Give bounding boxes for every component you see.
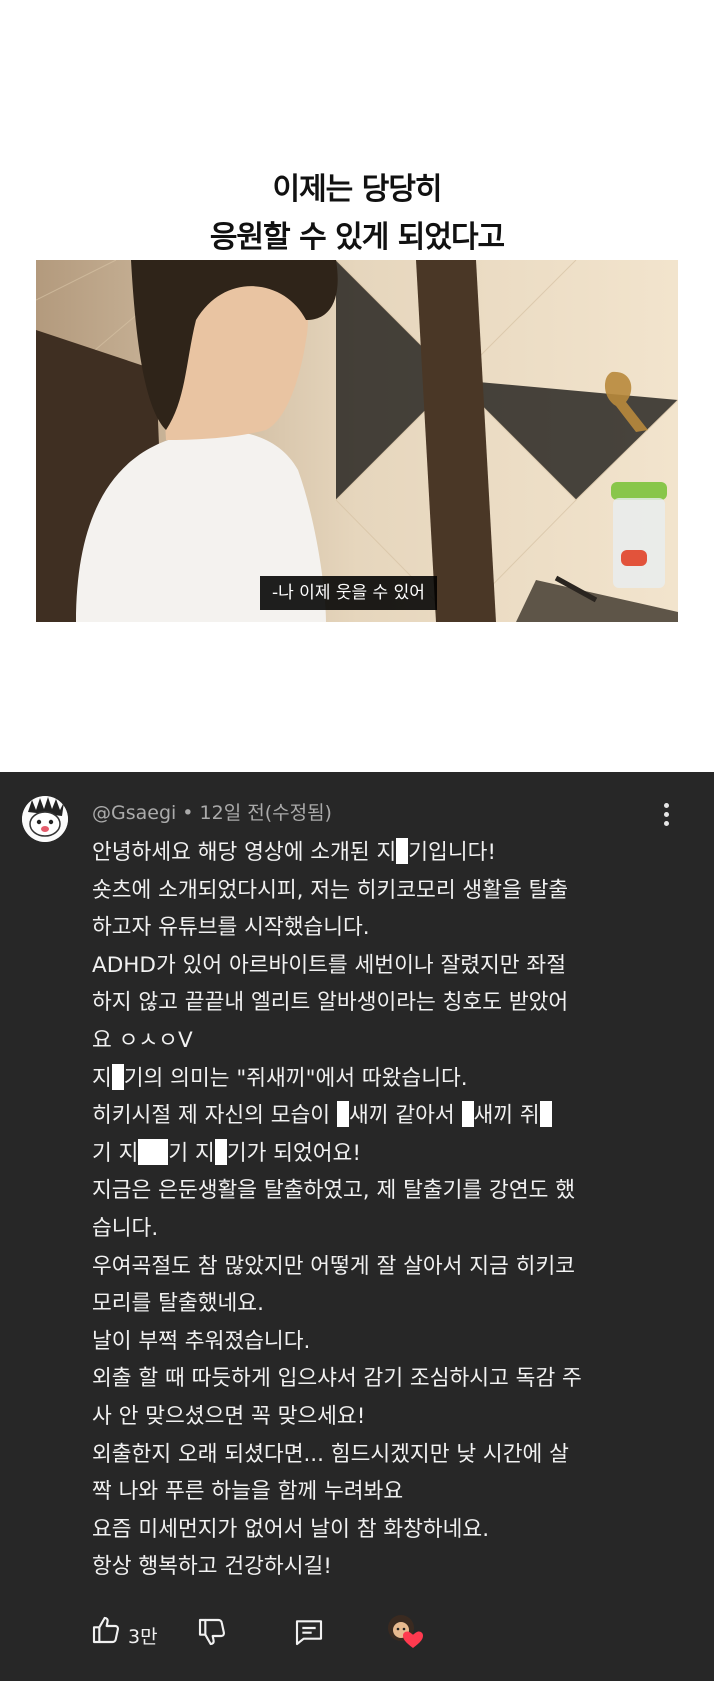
comment-line: 요 ㅇㅅㅇV xyxy=(92,1027,193,1053)
comment-time[interactable]: 12일 전(수정됨) xyxy=(200,802,332,824)
video-still-image xyxy=(36,260,678,622)
more-vertical-icon[interactable] xyxy=(656,800,676,830)
thumbs-up-icon[interactable] xyxy=(90,1614,122,1650)
comment-line: 하지 않고 끝끝내 엘리트 알바생이라는 칭호도 받았어 xyxy=(92,990,569,1016)
comment-text-segment: 기입니다! xyxy=(408,840,497,865)
redaction-box xyxy=(539,1101,552,1128)
comment-line: 외출한지 오래 되셨다면... 힘드시겠지만 낮 시간에 살 xyxy=(92,1441,569,1467)
comment-text-segment: 새끼 같아서 xyxy=(348,1103,455,1129)
comment-line: 항상 행복하고 건강하시길! xyxy=(92,1554,332,1580)
video-caption-line1: 이제는 당당히 xyxy=(272,172,442,207)
redaction-box xyxy=(336,1101,349,1128)
comment-text-segment: 새끼 쥐 xyxy=(473,1103,540,1129)
video-caption-line2: 응원할 수 있게 되었다고 xyxy=(209,220,505,255)
comment-line: 날이 부쩍 추워졌습니다. xyxy=(92,1328,311,1354)
comment-line: 지금은 은둔생활을 탈출하였고, 제 탈출기를 강연도 했 xyxy=(92,1178,576,1204)
comment-line: 짝 나와 푸른 하늘을 함께 누려봐요 xyxy=(92,1479,404,1505)
comment-text-segment: 기 지 xyxy=(92,1140,139,1166)
comment-text-segment: 안녕하세요 해당 영상에 소개된 지 xyxy=(92,840,397,865)
comment-text-segment: 히키시절 제 자신의 모습이 xyxy=(92,1103,331,1129)
comment-author[interactable]: @Gsaegi xyxy=(92,802,176,824)
comment-line: 하고자 유튜브를 시작했습니다. xyxy=(92,915,370,941)
comment-text-segment: 지 xyxy=(92,1065,112,1091)
comment-line: 습니다. xyxy=(92,1215,159,1241)
comment-line: 우여곡절도 참 많았지만 어떻게 잘 살아서 지금 히키코 xyxy=(92,1253,576,1279)
comment-card: @Gsaegi • 12일 전(수정됨) 안녕하세요 해당 영상에 소개된 지 기입니… xyxy=(0,772,714,1681)
comment-line: ADHD가 있어 아르바이트를 세번이나 잘렸지만 좌절 xyxy=(92,952,566,978)
comment-text-segment: 기 지 xyxy=(168,1140,215,1166)
comment-line: 외출 할 때 따듯하게 입으샤서 감기 조심하시고 독감 주 xyxy=(92,1366,582,1392)
creator-heart-badge[interactable] xyxy=(385,1612,425,1652)
redaction-box xyxy=(396,838,409,864)
comment-line: 모리를 탈출했네요. xyxy=(92,1291,264,1317)
comment-text-segment: 기의 의미는 "쥐새끼"에서 따왔습니다. xyxy=(123,1065,468,1091)
comment-actions: 3만 xyxy=(0,1612,714,1662)
comment-meta: @Gsaegi • 12일 전(수정됨) xyxy=(92,798,332,825)
comment-text: 안녕하세요 해당 영상에 소개된 지 기입니다! 숏츠에 소개되었다시피, 저는 … xyxy=(92,834,692,1586)
video-subtitle: -나 이제 웃을 수 있어 xyxy=(260,576,437,610)
avatar[interactable] xyxy=(22,796,68,842)
comment-line: 사 안 맞으셨으면 꼭 맞으세요! xyxy=(92,1403,366,1429)
like-count: 3만 xyxy=(128,1626,158,1648)
comment-line: 숏츠에 소개되었다시피, 저는 히키코모리 생활을 탈출 xyxy=(92,877,569,903)
redaction-box xyxy=(111,1063,124,1090)
avatar-icon xyxy=(22,796,68,842)
reply-icon[interactable] xyxy=(292,1616,326,1652)
redaction-box xyxy=(214,1138,227,1165)
meta-separator: • xyxy=(182,802,194,824)
comment-line: 요즘 미세먼지가 없어서 날이 참 화창하네요. xyxy=(92,1516,490,1542)
video-frame[interactable]: -나 이제 웃을 수 있어 xyxy=(36,260,678,622)
video-panel: 이제는 당당히 응원할 수 있게 되었다고 -나 이제 웃을 수 있어 xyxy=(0,0,714,772)
redaction-box xyxy=(138,1138,169,1165)
heart-icon xyxy=(403,1631,423,1648)
thumbs-down-icon[interactable] xyxy=(196,1616,228,1652)
redaction-box xyxy=(461,1101,474,1128)
comment-text-segment: 기가 되었어요! xyxy=(226,1140,361,1166)
